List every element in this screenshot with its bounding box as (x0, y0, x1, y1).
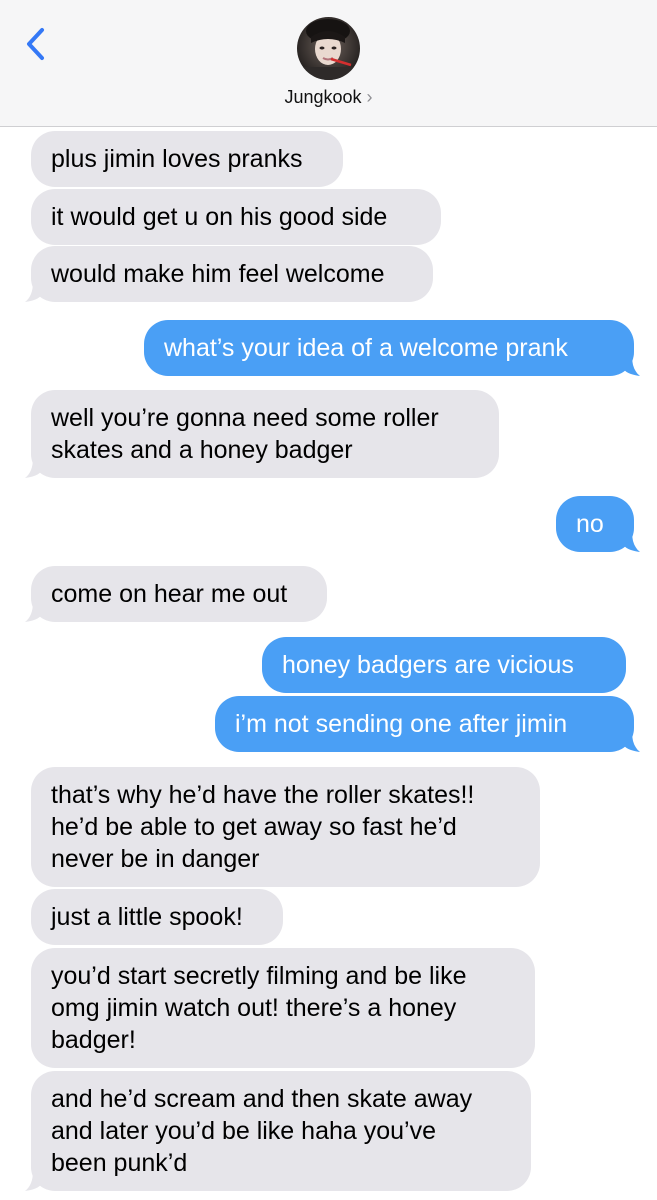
incoming-message-bubble[interactable]: plus jimin loves pranks (31, 131, 343, 187)
outgoing-message-bubble[interactable]: honey badgers are vicious (262, 637, 626, 693)
message-text: it would get u on his good side (51, 203, 388, 231)
message-text: what’s your idea of a welcome prank (164, 334, 568, 362)
message-text: plus jimin loves pranks (51, 145, 303, 173)
message-text: would make him feel welcome (51, 260, 385, 288)
incoming-message-bubble[interactable]: you’d start secretly filming and be like… (31, 948, 535, 1068)
message-text: no (576, 510, 604, 538)
bubble-tail (23, 602, 45, 622)
conversation-header: Jungkook › (0, 0, 657, 127)
message-text: he’d be able to get away so fast he’d (51, 813, 457, 841)
bubble-tail (23, 1171, 45, 1191)
incoming-message-bubble[interactable]: well you’re gonna need some roller skates… (31, 390, 499, 478)
incoming-message-bubble[interactable]: and he’d scream and then skate away and l… (31, 1071, 531, 1191)
message-text: and later you’d be like haha you’ve (51, 1117, 436, 1145)
message-text: that’s why he’d have the roller skates!! (51, 781, 475, 809)
incoming-message-bubble[interactable]: would make him feel welcome (31, 246, 433, 302)
message-text: you’d start secretly filming and be like (51, 962, 467, 990)
message-text: i’m not sending one after jimin (235, 710, 568, 738)
message-text: come on hear me out (51, 580, 288, 608)
incoming-message-bubble[interactable]: that’s why he’d have the roller skates!!… (31, 767, 540, 887)
outgoing-message-bubble[interactable]: i’m not sending one after jimin (215, 696, 634, 752)
message-text: badger! (51, 1026, 136, 1054)
message-text: well you’re gonna need some roller (51, 404, 439, 432)
message-text: never be in danger (51, 845, 260, 873)
bubble-tail (23, 458, 45, 478)
back-button[interactable] (20, 26, 54, 62)
incoming-message-bubble[interactable]: just a little spook! (31, 889, 283, 945)
message-text: honey badgers are vicious (282, 651, 574, 679)
incoming-message-bubble[interactable]: it would get u on his good side (31, 189, 441, 245)
chevron-right-icon: › (366, 87, 373, 107)
message-text: been punk’d (51, 1149, 188, 1177)
contact-avatar[interactable] (297, 17, 360, 80)
bubble-tail (23, 282, 45, 302)
chevron-left-icon (27, 28, 44, 60)
contact-name-button[interactable]: Jungkook › (0, 87, 657, 108)
message-text: skates and a honey badger (51, 436, 353, 464)
bubble-tail (620, 532, 642, 552)
incoming-message-bubble[interactable]: come on hear me out (31, 566, 327, 622)
message-text: omg jimin watch out! there’s a honey (51, 994, 457, 1022)
message-text: just a little spook! (51, 903, 243, 931)
avatar-photo (297, 17, 360, 80)
message-text: and he’d scream and then skate away (51, 1085, 473, 1113)
bubble-tail (620, 732, 642, 752)
bubble-tail (620, 356, 642, 376)
contact-name: Jungkook (284, 87, 362, 107)
outgoing-message-bubble[interactable]: what’s your idea of a welcome prank (144, 320, 634, 376)
